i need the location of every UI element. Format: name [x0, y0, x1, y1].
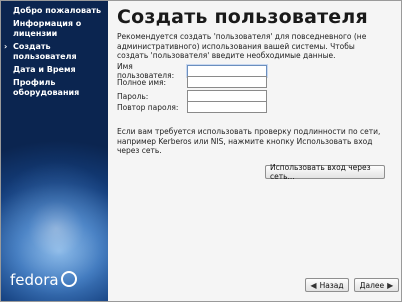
step-hardware-profile: Профиль оборудования	[1, 78, 108, 98]
back-button-label: Назад	[319, 280, 344, 290]
network-login-button[interactable]: Использовать вход через сеть...	[265, 163, 385, 181]
fullname-label: Полное имя:	[117, 77, 167, 87]
current-step-marker-icon: ›	[4, 42, 8, 51]
step-welcome-label: Добро пожаловать	[13, 6, 102, 15]
intro-text: Рекомендуется создать 'пользователя' для…	[117, 32, 367, 60]
step-license-label: Информация о лицензии	[13, 19, 82, 38]
steps-list: Добро пожаловать Информация о лицензии ›…	[1, 1, 108, 98]
fedora-logo-text: fedora	[10, 271, 59, 289]
main-panel: Создать пользователя Рекомендуется созда…	[108, 1, 401, 301]
network-auth-text: Если вам требуется использовать проверку…	[117, 127, 381, 155]
arrow-right-icon: ▶	[387, 280, 394, 290]
forward-button[interactable]: Далее ▶	[354, 278, 399, 292]
confirm-password-label: Повтор пароля:	[117, 102, 179, 112]
fullname-field[interactable]	[187, 76, 267, 88]
network-login-button-label: Использовать вход через сеть...	[270, 163, 371, 181]
password-label: Пароль:	[117, 91, 149, 101]
confirm-password-row: Повтор пароля:	[117, 101, 267, 113]
step-hardware-profile-label: Профиль оборудования	[13, 78, 80, 97]
step-create-user: › Создать пользователя	[1, 42, 108, 62]
step-create-user-label: Создать пользователя	[13, 42, 77, 61]
firstboot-window: Добро пожаловать Информация о лицензии ›…	[0, 0, 402, 302]
back-button[interactable]: ◀ Назад	[305, 278, 349, 292]
forward-button-label: Далее	[359, 280, 385, 290]
step-date-time-label: Дата и Время	[13, 65, 76, 74]
confirm-password-field[interactable]	[187, 101, 267, 113]
fullname-row: Полное имя:	[117, 76, 267, 88]
step-welcome: Добро пожаловать	[1, 6, 108, 16]
fedora-logo: fedora	[10, 271, 77, 289]
arrow-left-icon: ◀	[310, 280, 317, 290]
sidebar: Добро пожаловать Информация о лицензии ›…	[1, 1, 108, 301]
step-license: Информация о лицензии	[1, 19, 108, 39]
fedora-logo-icon	[60, 271, 77, 287]
step-date-time: Дата и Время	[1, 65, 108, 75]
page-title: Создать пользователя	[117, 6, 368, 28]
